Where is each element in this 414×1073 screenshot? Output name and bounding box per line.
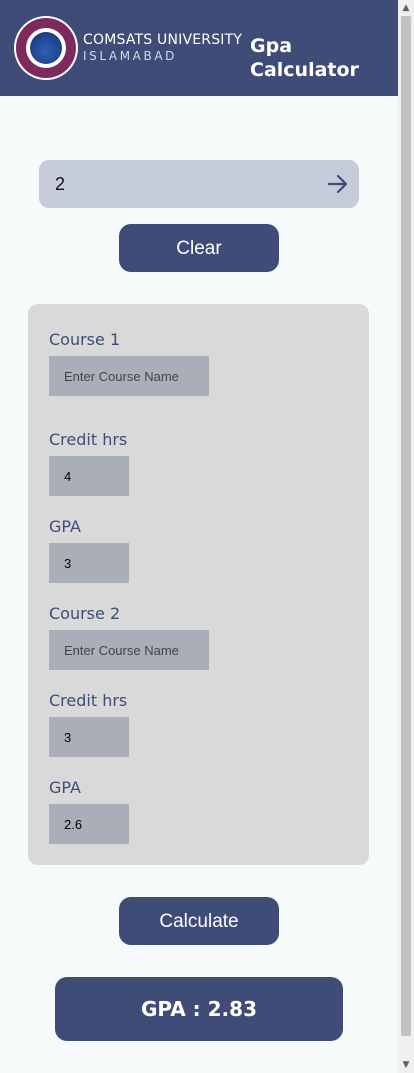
course-count-input[interactable] [55,170,305,198]
university-city: ISLAMABAD [83,49,177,63]
logo-globe-icon [30,32,62,64]
university-logo [14,16,78,80]
logo-seal-ring [16,18,76,78]
scroll-down-arrow-icon[interactable]: ▼ [398,1057,414,1073]
course-1-credit-label: Credit hrs [49,430,128,449]
course-1-name-input[interactable] [49,356,209,396]
clear-button[interactable]: Clear [119,224,279,272]
course-2-gpa-label: GPA [49,778,81,797]
course-count-bar [39,160,359,208]
course-2-title: Course 2 [49,604,121,623]
arrow-right-icon [327,174,348,194]
calculate-button[interactable]: Calculate [119,897,279,945]
course-2-name-input[interactable] [49,630,209,670]
course-2-credit-label: Credit hrs [49,691,128,710]
course-1-gpa-input[interactable] [49,543,129,583]
logo-seal-inner [26,28,66,68]
courses-card: Course 1 Credit hrs GPA Course 2 Credit … [28,304,369,865]
course-1-title: Course 1 [49,330,121,349]
course-2-credit-input[interactable] [49,717,129,757]
app-title: Gpa Calculator [250,35,359,81]
scroll-up-arrow-icon[interactable]: ▲ [398,0,414,16]
gpa-result: GPA : 2.83 [55,977,343,1041]
app-header: COMSATS UNIVERSITY ISLAMABAD Gpa Calcula… [0,0,398,96]
scrollbar-thumb[interactable] [401,16,411,1036]
page-scrollbar[interactable]: ▲ ▼ [398,0,414,1073]
submit-count-button[interactable] [325,172,351,196]
course-1-credit-input[interactable] [49,456,129,496]
university-name: COMSATS UNIVERSITY [83,32,243,48]
course-2-gpa-input[interactable] [49,804,129,844]
course-1-gpa-label: GPA [49,517,81,536]
